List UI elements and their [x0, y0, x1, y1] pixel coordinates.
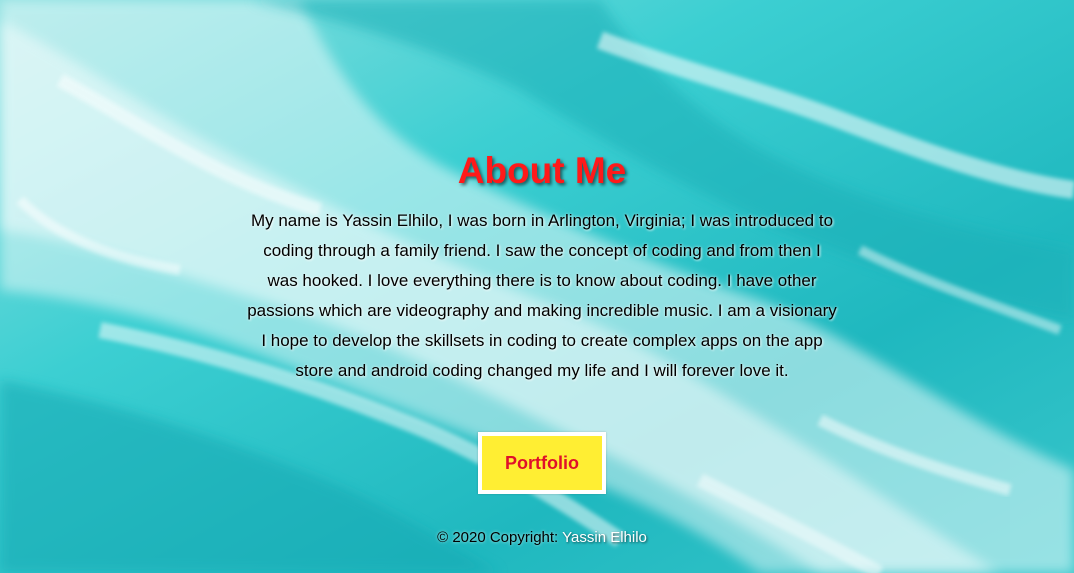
- author-link[interactable]: Yassin Elhilo: [562, 529, 647, 546]
- bio-paragraph: My name is Yassin Elhilo, I was born in …: [247, 211, 837, 380]
- portfolio-button[interactable]: Portfolio: [478, 432, 606, 494]
- footer: © 2020 Copyright: Yassin Elhilo: [0, 529, 1074, 546]
- copyright-text: © 2020 Copyright:: [437, 529, 559, 546]
- about-section: About Me My name is Yassin Elhilo, I was…: [0, 0, 1074, 573]
- page-title: About Me: [457, 150, 627, 191]
